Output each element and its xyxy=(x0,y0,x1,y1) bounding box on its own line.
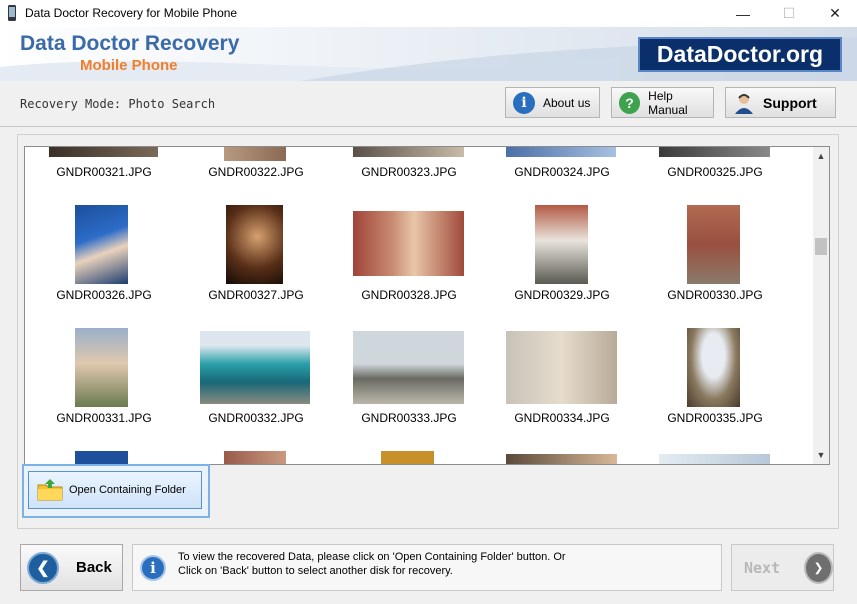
file-name: GNDR00329.JPG xyxy=(514,288,610,302)
scroll-thumb[interactable] xyxy=(815,238,827,255)
close-button[interactable]: ✕ xyxy=(812,0,857,27)
info-text: To view the recovered Data, please click… xyxy=(178,550,566,578)
brand-subtitle: Mobile Phone xyxy=(80,57,178,74)
photo-thumbnail[interactable] xyxy=(687,328,740,407)
photo-thumbnail[interactable] xyxy=(381,451,434,464)
photo-gallery[interactable]: GNDR00321.JPG GNDR00322.JPG GNDR00323.JP… xyxy=(24,146,814,465)
about-us-button[interactable]: i About us xyxy=(505,87,600,118)
file-name: GNDR00327.JPG xyxy=(208,288,304,302)
photo-thumbnail[interactable] xyxy=(75,451,128,464)
gallery-scrollbar[interactable]: ▲ ▼ xyxy=(813,146,830,465)
photo-thumbnail[interactable] xyxy=(224,451,286,464)
file-name: GNDR00335.JPG xyxy=(667,411,763,425)
photo-thumbnail[interactable] xyxy=(659,454,770,464)
photo-thumbnail[interactable] xyxy=(506,147,616,157)
photo-thumbnail[interactable] xyxy=(506,454,617,464)
header-divider xyxy=(0,126,857,127)
next-button: Next ❯ xyxy=(731,544,834,591)
help-manual-button[interactable]: ? Help Manual xyxy=(611,87,714,118)
file-name: GNDR00333.JPG xyxy=(361,411,457,425)
support-agent-icon xyxy=(733,92,755,114)
question-icon: ? xyxy=(619,91,641,114)
about-us-label: About us xyxy=(543,95,591,110)
minimize-button[interactable]: — xyxy=(720,0,766,27)
open-folder-label: Open Containing Folder xyxy=(69,484,186,496)
photo-thumbnail[interactable] xyxy=(506,331,617,404)
folder-icon xyxy=(37,479,63,501)
file-name: GNDR00325.JPG xyxy=(667,165,763,179)
app-phone-icon xyxy=(8,5,16,21)
info-line-2: Click on 'Back' button to select another… xyxy=(178,565,453,577)
info-icon: i xyxy=(140,555,166,581)
file-name: GNDR00321.JPG xyxy=(56,165,152,179)
datadoctor-logo[interactable]: DataDoctor.org xyxy=(638,37,842,72)
file-name: GNDR00330.JPG xyxy=(667,288,763,302)
arrow-right-icon: ❯ xyxy=(804,551,833,584)
photo-thumbnail[interactable] xyxy=(353,331,464,404)
scroll-up-icon[interactable]: ▲ xyxy=(816,151,826,161)
support-button[interactable]: Support xyxy=(725,87,836,118)
photo-thumbnail[interactable] xyxy=(535,205,588,284)
file-name: GNDR00322.JPG xyxy=(208,165,304,179)
back-label: Back xyxy=(76,559,112,576)
photo-thumbnail[interactable] xyxy=(353,147,464,157)
info-icon: i xyxy=(513,91,535,114)
file-name: GNDR00328.JPG xyxy=(361,288,457,302)
file-name: GNDR00324.JPG xyxy=(514,165,610,179)
brand-title: Data Doctor Recovery xyxy=(20,32,240,55)
photo-thumbnail[interactable] xyxy=(659,147,770,157)
window-title: Data Doctor Recovery for Mobile Phone xyxy=(25,6,238,20)
photo-thumbnail[interactable] xyxy=(75,328,128,407)
info-line-1: To view the recovered Data, please click… xyxy=(178,551,566,563)
maximize-button[interactable]: ☐ xyxy=(766,0,812,27)
back-button[interactable]: ❮ Back xyxy=(20,544,123,591)
file-name: GNDR00326.JPG xyxy=(56,288,152,302)
photo-thumbnail[interactable] xyxy=(353,211,464,276)
support-label: Support xyxy=(763,94,817,111)
help-manual-label: Help Manual xyxy=(648,88,688,117)
file-name: GNDR00323.JPG xyxy=(361,165,457,179)
photo-thumbnail[interactable] xyxy=(224,147,286,161)
file-name: GNDR00334.JPG xyxy=(514,411,610,425)
file-name: GNDR00331.JPG xyxy=(56,411,152,425)
photo-thumbnail[interactable] xyxy=(200,331,310,404)
photo-thumbnail[interactable] xyxy=(226,205,283,284)
file-name: GNDR00332.JPG xyxy=(208,411,304,425)
scroll-down-icon[interactable]: ▼ xyxy=(816,450,826,460)
app-header: Data Doctor Recovery Mobile Phone DataDo… xyxy=(0,27,857,81)
next-label: Next xyxy=(744,558,781,577)
recovery-mode-label: Recovery Mode: Photo Search xyxy=(20,97,216,111)
title-bar: Data Doctor Recovery for Mobile Phone — … xyxy=(0,0,857,27)
photo-thumbnail[interactable] xyxy=(687,205,740,284)
photo-thumbnail[interactable] xyxy=(75,205,128,284)
photo-thumbnail[interactable] xyxy=(49,147,158,157)
arrow-left-icon: ❮ xyxy=(27,551,59,584)
info-panel: i To view the recovered Data, please cli… xyxy=(132,544,722,591)
open-containing-folder-button[interactable]: Open Containing Folder xyxy=(28,471,202,509)
